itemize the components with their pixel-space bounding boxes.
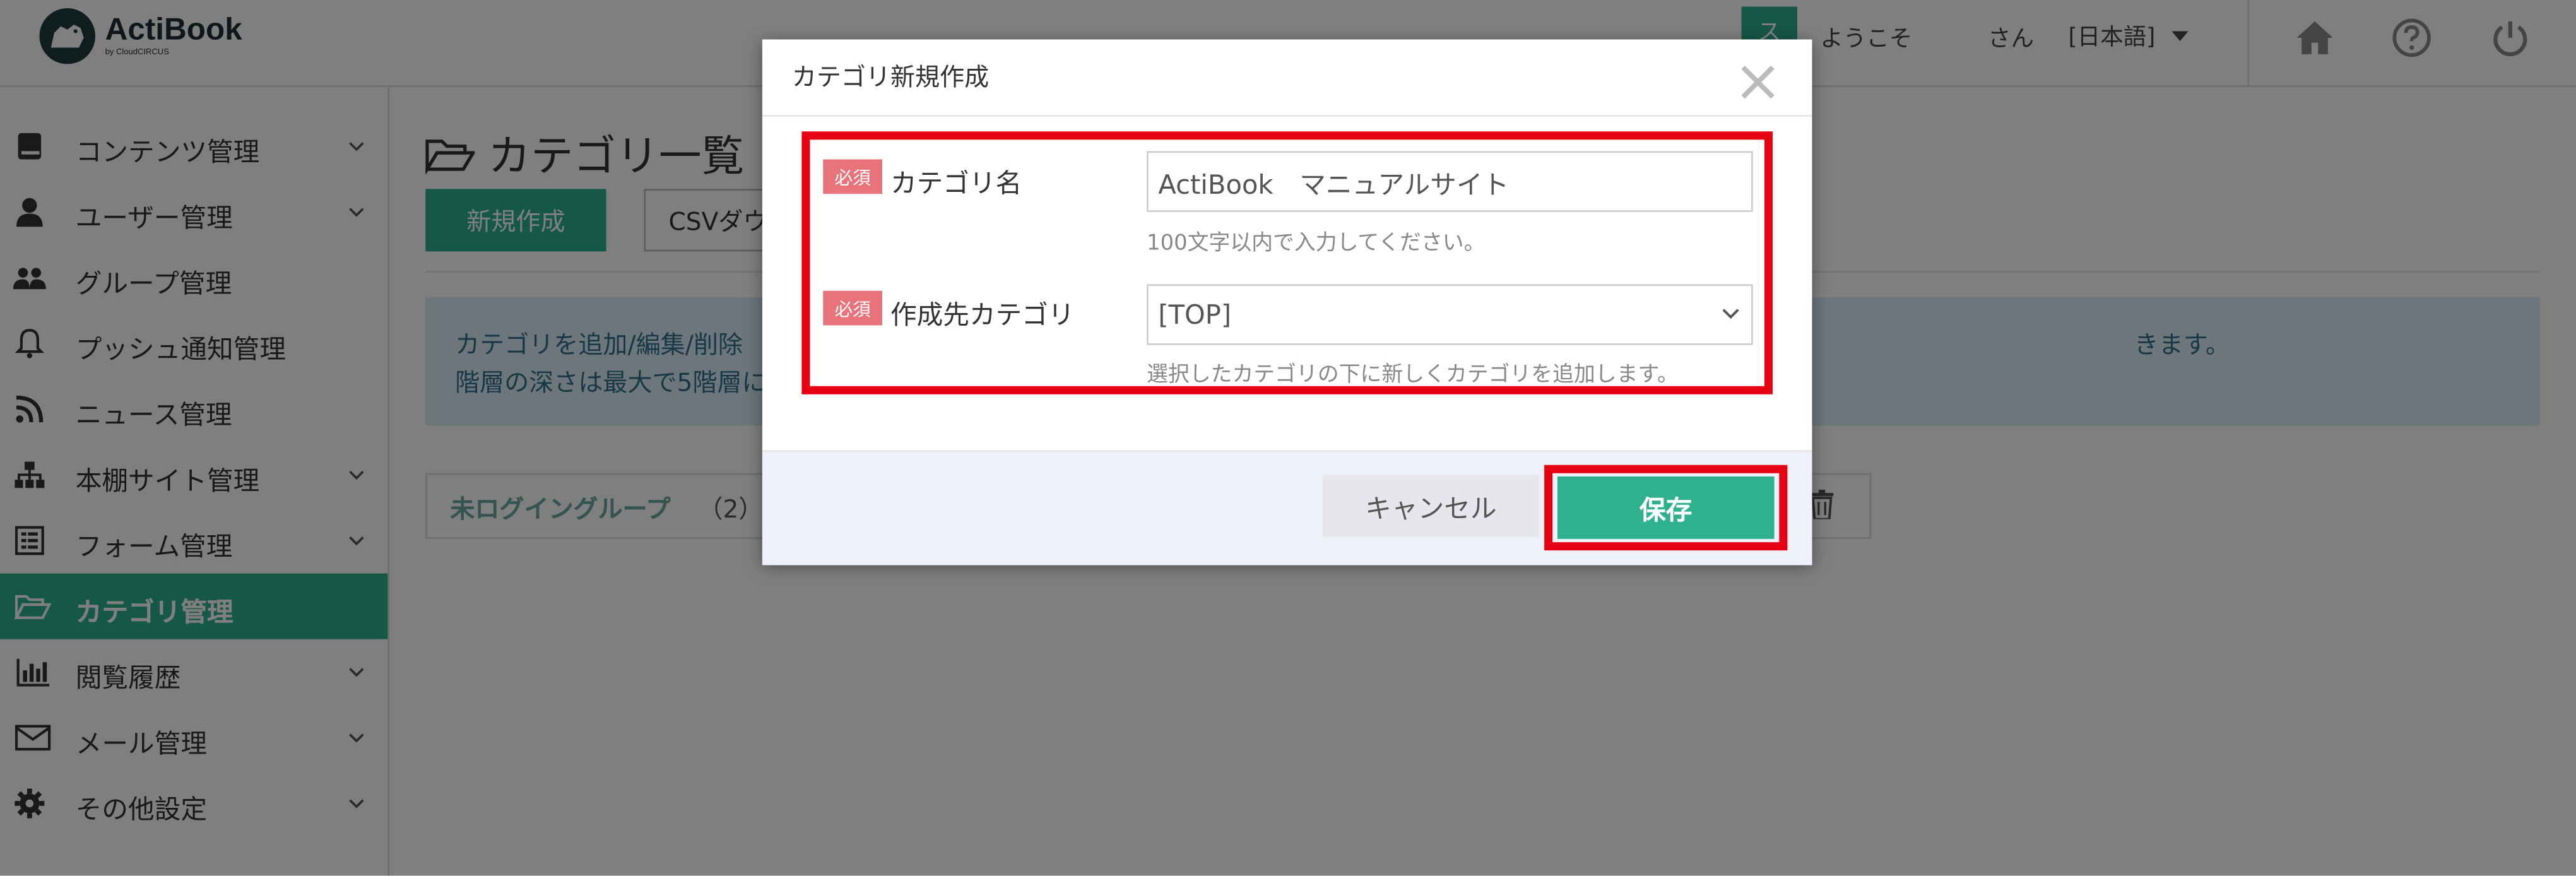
modal-title: カテゴリ新規作成	[791, 62, 990, 92]
save-button[interactable]: 保存	[1557, 476, 1775, 539]
new-category-modal: カテゴリ新規作成 必須 カテゴリ名 ActiBook マニュアルサイト 100文…	[762, 39, 1812, 565]
close-icon[interactable]	[1738, 62, 1777, 102]
modal-footer: キャンセル 保存	[762, 450, 1812, 565]
modal-header-divider	[762, 115, 1812, 117]
form-highlight-box	[801, 131, 1773, 394]
cancel-button[interactable]: キャンセル	[1322, 475, 1540, 538]
app-root: ActiBook by CloudCIRCUS ス ようこそ さん [日本語]	[0, 0, 2576, 876]
